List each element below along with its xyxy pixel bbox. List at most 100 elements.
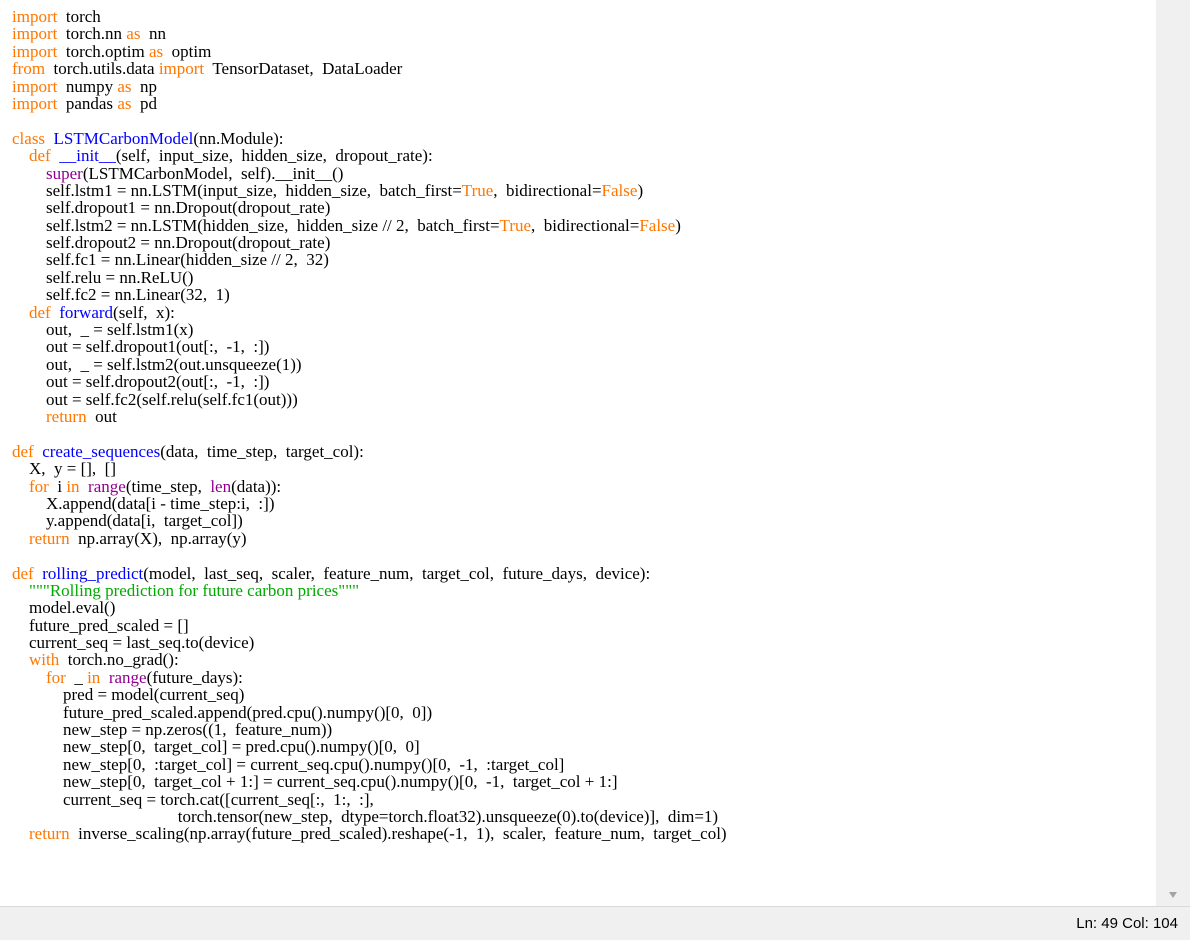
code-line: X.append(data[i - time_step:i, :])	[12, 495, 727, 512]
code-token: np	[131, 76, 157, 96]
code-line: self.dropout1 = nn.Dropout(dropout_rate)	[12, 199, 727, 216]
code-line: def __init__(self, input_size, hidden_si…	[12, 147, 727, 164]
code-token: in	[66, 476, 80, 496]
code-token: pandas	[57, 93, 118, 113]
code-line: def rolling_predict(model, last_seq, sca…	[12, 563, 727, 583]
code-token: self.dropout1 = nn.Dropout(dropout_rate)	[12, 198, 331, 218]
code-token: super	[46, 163, 83, 183]
code-line: pred = model(current_seq)	[12, 686, 727, 703]
code-token: out = self.fc2(self.relu(self.fc1(out)))	[12, 389, 298, 409]
code-token: out, _ = self.lstm1(x)	[12, 320, 194, 340]
code-line: model.eval()	[12, 599, 727, 616]
code-line: out = self.fc2(self.relu(self.fc1(out)))	[12, 389, 727, 409]
code-token: rolling_predict	[42, 563, 144, 583]
code-line: import torch.nn as nn	[12, 25, 727, 42]
code-token: self.fc1 = nn.Linear(hidden_size // 2, 3…	[12, 250, 329, 270]
code-token: as	[126, 24, 141, 44]
code-line: X, y = [], []	[12, 460, 727, 477]
code-token: len	[210, 476, 232, 496]
code-token: out = self.dropout1(out[:, -1, :])	[12, 337, 270, 357]
code-token: torch.nn	[57, 24, 127, 44]
scroll-down-arrow-icon[interactable]	[1169, 892, 1177, 898]
code-line: new_step[0, target_col] = pred.cpu().num…	[12, 738, 727, 755]
code-line: new_step[0, :target_col] = current_seq.c…	[12, 756, 727, 773]
code-token: X, y = [], []	[12, 459, 117, 479]
code-token: , bidirectional=	[531, 215, 640, 235]
code-line: def forward(self, x):	[12, 303, 727, 322]
code-token: out	[86, 406, 117, 426]
code-token: import	[12, 24, 58, 44]
code-token: inverse_scaling(np.array(future_pred_sca…	[69, 824, 727, 844]
code-token: as	[117, 93, 132, 113]
code-token: torch.utils.data	[45, 59, 159, 79]
code-token: pred = model(current_seq)	[12, 685, 245, 705]
code-token: torch.optim	[57, 41, 149, 61]
code-line: future_pred_scaled.append(pred.cpu().num…	[12, 703, 727, 721]
code-token: self.lstm2 = nn.LSTM(hidden_size, hidden…	[12, 215, 500, 235]
code-token: def	[12, 563, 34, 583]
code-token: i	[48, 476, 67, 496]
code-token: current_seq = torch.cat([current_seq[:, …	[12, 789, 374, 809]
code-line: new_step[0, target_col + 1:] = current_s…	[12, 773, 727, 790]
code-token: (model, last_seq, scaler, feature_num, t…	[143, 563, 651, 583]
code-token: import	[158, 59, 205, 79]
code-line: import numpy as np	[12, 76, 727, 96]
code-line: y.append(data[i, target_col])	[12, 512, 727, 529]
code-line: new_step = np.zeros((1, feature_num))	[12, 721, 727, 738]
code-line: self.fc1 = nn.Linear(hidden_size // 2, 3…	[12, 251, 727, 268]
code-token: out, _ = self.lstm2(out.unsqueeze(1))	[12, 354, 302, 374]
code-token: True	[499, 215, 532, 235]
code-token: , bidirectional=	[493, 180, 602, 200]
code-token: model.eval()	[12, 598, 116, 618]
code-line: class LSTMCarbonModel(nn.Module):	[12, 130, 727, 147]
code-line: future_pred_scaled = []	[12, 616, 727, 634]
code-token: new_step[0, :target_col] = current_seq.c…	[12, 754, 565, 774]
code-token: create_sequences	[42, 441, 161, 461]
code-token: True	[461, 180, 494, 200]
code-line: for i in range(time_step, len(data)):	[12, 476, 727, 496]
code-token: torch.no_grad():	[59, 650, 179, 670]
code-token: nn	[140, 24, 166, 44]
cursor-position: Ln: 49 Col: 104	[1076, 915, 1178, 932]
code-token: X.append(data[i - time_step:i, :])	[12, 493, 275, 513]
code-line: import pandas as pd	[12, 95, 727, 112]
code-editor[interactable]: import torch import torch.nn as nn import …	[0, 0, 1156, 906]
code-token: with	[29, 650, 60, 670]
code-token: numpy	[57, 76, 118, 96]
code-token: pd	[131, 93, 157, 113]
code-token: self.fc2 = nn.Linear(32, 1)	[12, 285, 230, 305]
code-token: LSTMCarbonModel	[53, 128, 194, 148]
code-line: out = self.dropout2(out[:, -1, :])	[12, 373, 727, 390]
code-line: current_seq = last_seq.to(device)	[12, 634, 727, 651]
code-token: (nn.Module):	[193, 128, 284, 148]
vertical-scrollbar[interactable]	[1156, 0, 1190, 906]
code-line: self.lstm2 = nn.LSTM(hidden_size, hidden…	[12, 215, 727, 235]
code-token: self.relu = nn.ReLU()	[12, 267, 194, 287]
code-token: )	[675, 215, 681, 235]
code-line: out, _ = self.lstm2(out.unsqueeze(1))	[12, 356, 727, 373]
code-token: y.append(data[i, target_col])	[12, 511, 243, 531]
code-token: new_step = np.zeros((1, feature_num))	[12, 720, 333, 740]
code-token: False	[639, 215, 676, 235]
code-token: return	[29, 824, 70, 844]
code-token: class	[12, 128, 46, 148]
code-line: self.relu = nn.ReLU()	[12, 269, 727, 286]
code-token: _	[65, 667, 88, 687]
code-text-area[interactable]: import torch import torch.nn as nn import …	[12, 8, 727, 843]
code-line: self.lstm1 = nn.LSTM(input_size, hidden_…	[12, 182, 727, 199]
code-token: current_seq = last_seq.to(device)	[12, 633, 255, 653]
code-line: def create_sequences(data, time_step, ta…	[12, 443, 727, 460]
code-token: (data, time_step, target_col):	[160, 441, 364, 461]
code-token: range	[88, 476, 126, 496]
code-line: import torch	[12, 8, 727, 25]
